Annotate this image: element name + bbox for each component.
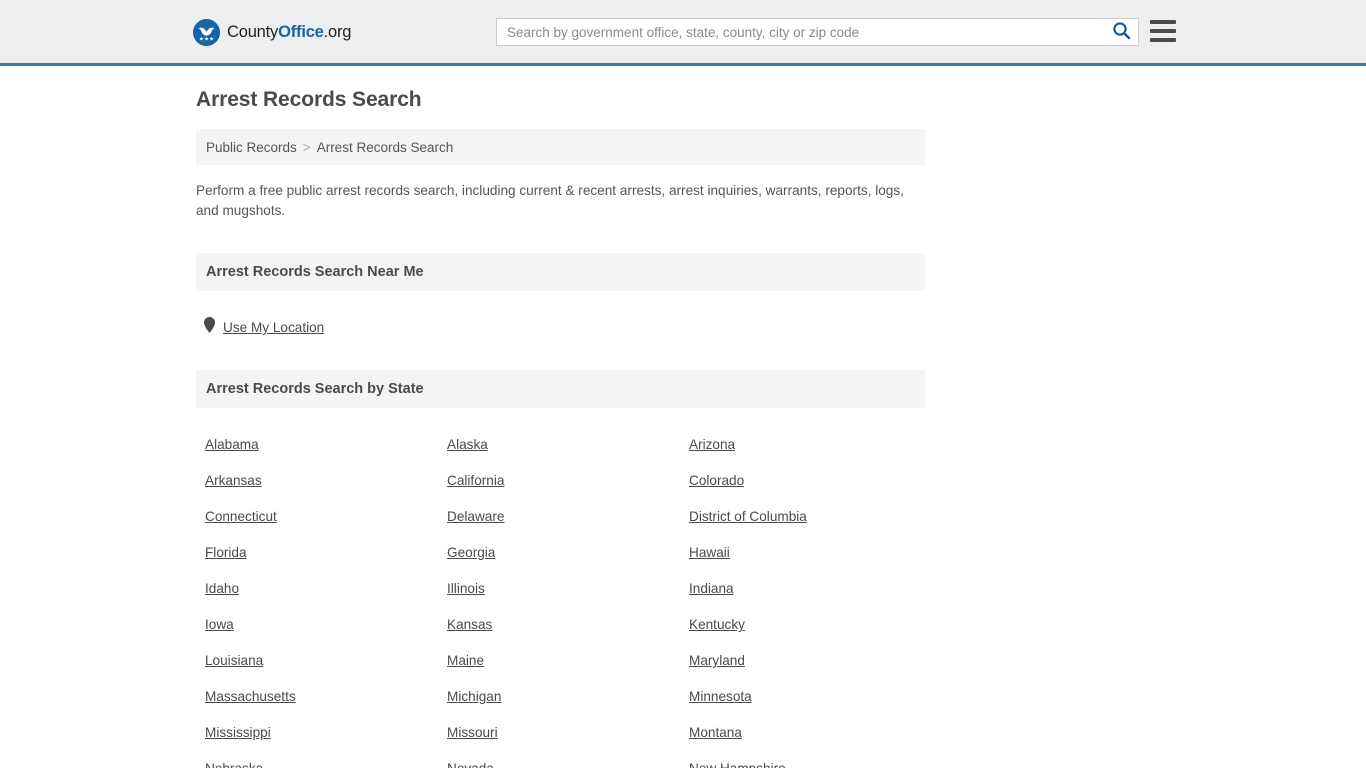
state-cell: Kansas (438, 616, 680, 652)
state-cell: Arkansas (196, 472, 438, 508)
map-pin-icon (204, 317, 215, 338)
state-cell: Illinois (438, 580, 680, 616)
state-cell: Iowa (196, 616, 438, 652)
state-cell: Florida (196, 544, 438, 580)
state-link[interactable]: Iowa (205, 616, 234, 633)
state-link[interactable]: Connecticut (205, 508, 277, 525)
use-my-location-link[interactable]: Use My Location (223, 320, 324, 335)
state-link[interactable]: Illinois (447, 580, 485, 597)
state-link[interactable]: Maryland (689, 652, 745, 669)
state-link[interactable]: Nebraska (205, 760, 263, 768)
logo-text-org: .org (323, 23, 352, 42)
state-cell: California (438, 472, 680, 508)
state-link[interactable]: Indiana (689, 580, 734, 597)
state-cell: Arizona (680, 436, 922, 472)
state-cell: Idaho (196, 580, 438, 616)
state-link[interactable]: Idaho (205, 580, 239, 597)
search-bar[interactable] (496, 18, 1139, 46)
state-link[interactable]: Minnesota (689, 688, 752, 705)
state-link[interactable]: Florida (205, 544, 247, 561)
section-header-by-state: Arrest Records Search by State (196, 370, 925, 409)
site-logo-text: CountyOffice.org (227, 24, 351, 41)
breadcrumb: Public Records > Arrest Records Search (196, 129, 925, 166)
state-cell: Nevada (438, 760, 680, 768)
state-cell: District of Columbia (680, 508, 922, 544)
state-cell: Maryland (680, 652, 922, 688)
state-cell: Mississippi (196, 724, 438, 760)
state-link[interactable]: Louisiana (205, 652, 263, 669)
state-link[interactable]: Arkansas (205, 472, 262, 489)
content-column: Arrest Records Search Public Records > A… (196, 66, 925, 768)
state-link[interactable]: Montana (689, 724, 742, 741)
state-cell: Alaska (438, 436, 680, 472)
state-link[interactable]: Maine (447, 652, 484, 669)
state-cell: Delaware (438, 508, 680, 544)
logo-text-county: County (227, 23, 279, 42)
page-description: Perform a free public arrest records sea… (196, 183, 904, 219)
state-link[interactable]: District of Columbia (689, 508, 807, 525)
state-link[interactable]: Missouri (447, 724, 498, 741)
menu-bar-2 (1150, 29, 1176, 33)
state-cell: Missouri (438, 724, 680, 760)
state-link[interactable]: New Hampshire (689, 760, 786, 768)
state-link[interactable]: Michigan (447, 688, 501, 705)
state-link[interactable]: Mississippi (205, 724, 271, 741)
state-link[interactable]: Nevada (447, 760, 494, 768)
menu-bar-1 (1150, 20, 1176, 24)
state-link[interactable]: Hawaii (689, 544, 730, 561)
state-link[interactable]: Kentucky (689, 616, 745, 633)
state-link[interactable]: Georgia (447, 544, 495, 561)
state-link[interactable]: Kansas (447, 616, 492, 633)
use-my-location-row[interactable]: Use My Location (196, 317, 925, 338)
header-inner: CountyOffice.org (0, 0, 1366, 63)
state-link[interactable]: Alabama (205, 436, 259, 453)
state-cell: Michigan (438, 688, 680, 724)
menu-bar-3 (1150, 38, 1176, 42)
state-cell: Minnesota (680, 688, 922, 724)
breadcrumb-item-public-records[interactable]: Public Records (206, 140, 297, 155)
state-cell: Louisiana (196, 652, 438, 688)
state-cell: Connecticut (196, 508, 438, 544)
section-header-near-me: Arrest Records Search Near Me (196, 253, 925, 292)
state-link[interactable]: Massachusetts (205, 688, 296, 705)
state-link[interactable]: Arizona (689, 436, 735, 453)
site-logo-link[interactable]: CountyOffice.org (193, 19, 351, 46)
logo-text-office: Office (278, 23, 324, 42)
page-title: Arrest Records Search (196, 88, 422, 111)
state-cell: Nebraska (196, 760, 438, 768)
state-cell: Massachusetts (196, 688, 438, 724)
state-link[interactable]: California (447, 472, 504, 489)
state-cell: Georgia (438, 544, 680, 580)
site-header: CountyOffice.org (0, 0, 1366, 66)
state-cell: Montana (680, 724, 922, 760)
state-link[interactable]: Alaska (447, 436, 488, 453)
state-cell: Kentucky (680, 616, 922, 652)
hamburger-menu-icon[interactable] (1150, 20, 1176, 42)
breadcrumb-separator: > (302, 139, 311, 155)
state-cell: Indiana (680, 580, 922, 616)
breadcrumb-item-current: Arrest Records Search (316, 139, 454, 155)
state-link[interactable]: Delaware (447, 508, 504, 525)
state-cell: Alabama (196, 436, 438, 472)
state-links-grid: Alabama Alaska Arizona Arkansas California Co… (196, 436, 925, 768)
state-cell: Maine (438, 652, 680, 688)
search-button[interactable] (1104, 19, 1138, 45)
state-cell: Colorado (680, 472, 922, 508)
state-link[interactable]: Colorado (689, 472, 744, 489)
search-icon (1112, 21, 1131, 43)
state-cell: Hawaii (680, 544, 922, 580)
eagle-stars-shield-icon (193, 19, 220, 46)
state-cell: New Hampshire (680, 760, 922, 768)
search-input[interactable] (497, 19, 1104, 45)
